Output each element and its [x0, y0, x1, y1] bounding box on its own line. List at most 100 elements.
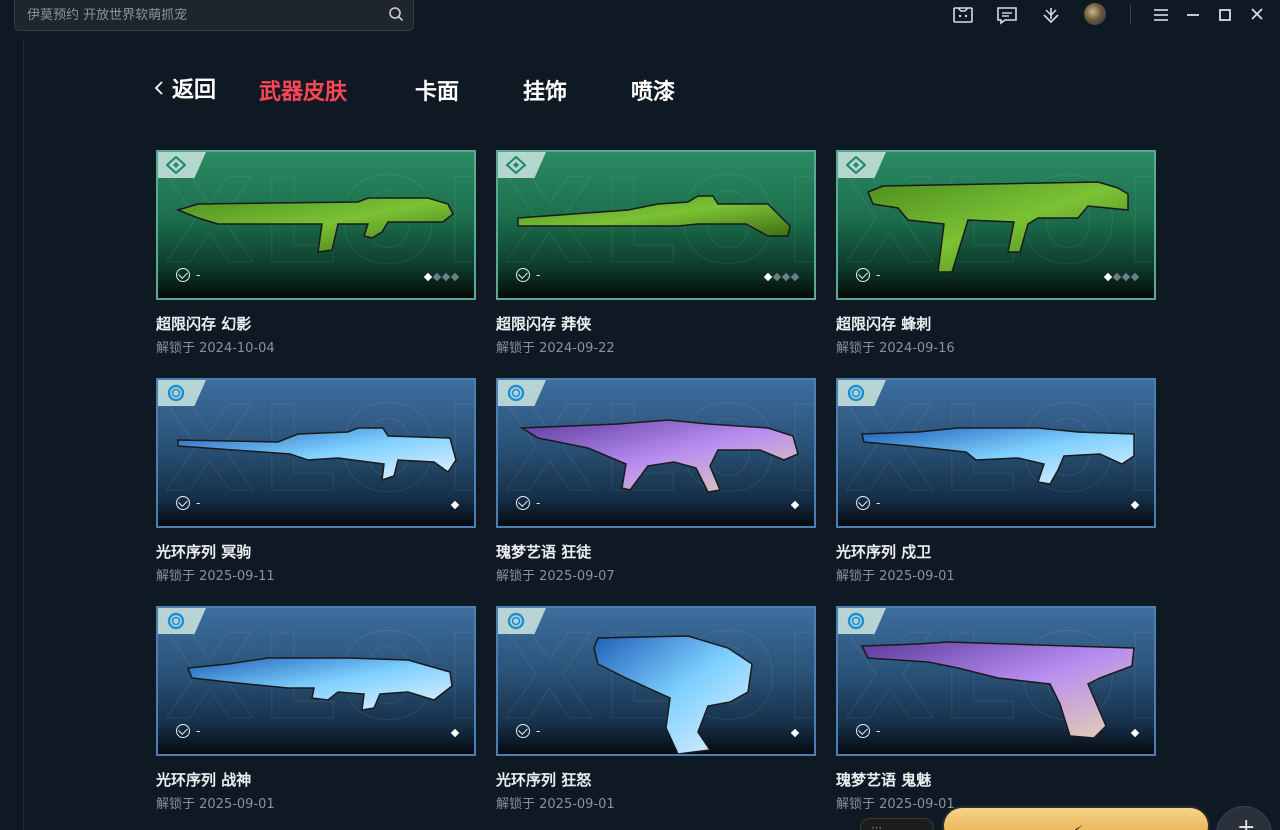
tier-ring-icon	[167, 384, 185, 402]
skin-thumbnail[interactable]: XLOI-	[496, 606, 816, 756]
tab-charms[interactable]: 挂饰	[523, 74, 567, 106]
currency-icon	[176, 724, 190, 738]
tab-weapon-skins[interactable]: 武器皮肤	[259, 74, 347, 106]
price-value: -	[536, 724, 541, 738]
level-diamond-icon	[1130, 272, 1140, 282]
skin-card[interactable]: XLOI- 光环序列 狂怒解锁于 2025-09-01	[496, 606, 816, 812]
price-value: -	[876, 268, 881, 282]
menu-icon[interactable]	[1150, 5, 1172, 25]
tier-ring-icon	[507, 384, 525, 402]
level-diamond-icon	[1121, 272, 1131, 282]
skin-thumbnail[interactable]: XLOI-	[496, 150, 816, 300]
maximize-icon[interactable]	[1214, 5, 1236, 25]
skin-card[interactable]: XLOI- 光环序列 战神解锁于 2025-09-01	[156, 606, 476, 812]
level-diamond-icon	[790, 272, 800, 282]
tier-diamond-icon	[506, 156, 526, 174]
unlock-date: 解锁于 2024-09-22	[496, 341, 615, 356]
price-value: -	[196, 724, 201, 738]
level-diamond-icon	[790, 500, 800, 510]
price-row: -	[176, 496, 200, 510]
skin-card[interactable]: XLOI-瑰梦艺语 鬼魅解锁于 2025-09-01	[836, 606, 1156, 812]
tier-ring-icon	[167, 612, 185, 630]
price-value: -	[536, 268, 541, 282]
level-diamond-icon	[781, 272, 791, 282]
level-diamond-icon	[772, 272, 782, 282]
unlock-date: 解锁于 2025-09-01	[156, 797, 275, 812]
price-value: -	[876, 496, 881, 510]
skin-name: 瑰梦艺语 鬼魅	[836, 771, 932, 789]
currency-icon	[856, 268, 870, 282]
price-value: -	[536, 496, 541, 510]
minimize-icon[interactable]	[1182, 5, 1204, 25]
store-button[interactable]: ⚡	[942, 806, 1210, 830]
back-button[interactable]: 返回	[154, 74, 216, 103]
unlock-date: 解锁于 2025-09-11	[156, 569, 275, 584]
tier-ring-icon	[847, 612, 865, 630]
skin-thumbnail[interactable]: XLOI-	[156, 378, 476, 528]
upgrade-levels	[790, 728, 800, 738]
message-box-icon[interactable]	[952, 5, 974, 25]
price-value: -	[876, 724, 881, 738]
skin-name: 光环序列 戍卫	[836, 543, 932, 561]
add-button[interactable]: +	[1216, 806, 1272, 830]
upgrade-levels	[450, 728, 460, 738]
tier-ring-icon	[847, 384, 865, 402]
chevron-left-icon	[154, 81, 163, 95]
avatar[interactable]	[1084, 3, 1106, 25]
level-diamond-icon	[441, 272, 451, 282]
promo-pill[interactable]: ⋯	[860, 818, 934, 830]
price-row: -	[856, 496, 880, 510]
currency-icon	[176, 496, 190, 510]
tab-sprays[interactable]: 喷漆	[631, 74, 675, 106]
divider	[1130, 4, 1131, 24]
skin-card[interactable]: XLOI- 超限闪存 蜂刺解锁于 2024-09-16	[836, 150, 1156, 356]
skin-thumbnail[interactable]: XLOI-	[836, 150, 1156, 300]
tier-ring-icon	[507, 612, 525, 630]
upgrade-levels	[450, 500, 460, 510]
upgrade-levels	[423, 272, 460, 282]
skin-name: 超限闪存 蜂刺	[836, 315, 932, 333]
upgrade-levels	[1130, 728, 1140, 738]
sidebar-divider	[23, 40, 24, 830]
skin-name: 超限闪存 莽侠	[496, 315, 592, 333]
tier-diamond-icon	[166, 156, 186, 174]
weapon-image	[186, 657, 453, 711]
chat-icon[interactable]	[996, 5, 1018, 25]
price-row: -	[516, 496, 540, 510]
unlock-date: 解锁于 2025-09-01	[836, 569, 955, 584]
download-icon[interactable]	[1040, 5, 1062, 25]
search-input[interactable]	[15, 0, 385, 30]
search-icon[interactable]	[388, 6, 404, 22]
close-icon[interactable]	[1246, 5, 1268, 25]
skin-thumbnail[interactable]: XLOI-	[156, 606, 476, 756]
weapon-image	[860, 641, 1135, 739]
currency-icon	[176, 268, 190, 282]
skin-card[interactable]: XLOI- 超限闪存 幻影解锁于 2024-10-04	[156, 150, 476, 356]
level-diamond-icon	[450, 728, 460, 738]
currency-icon	[856, 496, 870, 510]
upgrade-levels	[1130, 500, 1140, 510]
unlock-date: 解锁于 2024-10-04	[156, 341, 275, 356]
level-diamond-icon	[1112, 272, 1122, 282]
skin-card[interactable]: XLOI- 光环序列 戍卫解锁于 2025-09-01	[836, 378, 1156, 584]
skin-name: 超限闪存 幻影	[156, 315, 252, 333]
upgrade-levels	[1103, 272, 1140, 282]
tab-cards[interactable]: 卡面	[415, 74, 459, 106]
skin-thumbnail[interactable]: XLOI-	[496, 378, 816, 528]
currency-icon	[516, 268, 530, 282]
weapon-image	[861, 427, 1135, 485]
level-diamond-icon	[432, 272, 442, 282]
currency-icon	[516, 496, 530, 510]
level-diamond-icon	[790, 728, 800, 738]
skin-thumbnail[interactable]: XLOI-	[156, 150, 476, 300]
skin-thumbnail[interactable]: XLOI-	[836, 378, 1156, 528]
skin-name: 光环序列 狂怒	[496, 771, 592, 789]
currency-icon	[516, 724, 530, 738]
skin-card[interactable]: XLOI- 光环序列 冥驹解锁于 2025-09-11	[156, 378, 476, 584]
skin-card[interactable]: XLOI- 超限闪存 莽侠解锁于 2024-09-22	[496, 150, 816, 356]
level-diamond-icon	[1103, 272, 1113, 282]
skin-thumbnail[interactable]: XLOI-	[836, 606, 1156, 756]
price-row: -	[856, 724, 880, 738]
skin-name: 光环序列 战神	[156, 771, 252, 789]
skin-card[interactable]: XLOI- 瑰梦艺语 狂徒解锁于 2025-09-07	[496, 378, 816, 584]
